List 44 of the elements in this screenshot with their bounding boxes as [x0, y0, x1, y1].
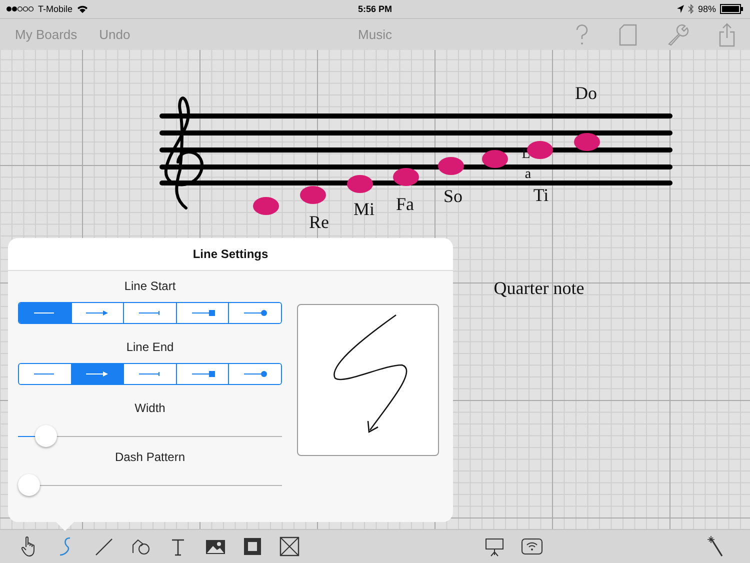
note-head	[299, 185, 327, 205]
line-cap-option[interactable]	[228, 364, 281, 384]
section-label: Line End	[126, 340, 174, 354]
board-title: Music	[358, 27, 392, 42]
note-head	[437, 156, 465, 176]
note-label: Re	[309, 213, 329, 232]
slider-thumb[interactable]	[34, 425, 57, 447]
signal-icon	[6, 6, 34, 12]
line-square-icon	[190, 370, 216, 378]
note-label: Mi	[354, 200, 374, 218]
note-head	[346, 174, 374, 194]
carrier-name: T-Mobile	[38, 4, 73, 14]
section-label: Width	[134, 401, 166, 415]
line-arrow-icon	[84, 309, 110, 317]
location-icon	[676, 5, 684, 13]
line-circle-icon	[242, 370, 268, 378]
note-head	[252, 196, 280, 216]
note-label: So	[444, 187, 462, 206]
line-arrow-icon	[84, 370, 110, 378]
line-circle-icon	[242, 309, 268, 317]
note-label: Fa	[396, 195, 414, 214]
popover-title: Line Settings	[192, 247, 268, 261]
section-label: Dash Pattern	[114, 450, 186, 464]
text-label: Quarter note	[494, 279, 584, 298]
clock-time: 5:56 PM	[358, 4, 392, 14]
battery-percent: 98%	[698, 4, 716, 14]
line-cap-option[interactable]	[228, 303, 281, 323]
note-label: Do	[575, 84, 597, 102]
crossed-box-icon[interactable]	[278, 535, 301, 558]
bluetooth-icon	[688, 4, 694, 14]
line-square-icon	[190, 309, 216, 317]
note-head	[573, 132, 601, 152]
nav-button[interactable]: Undo	[92, 27, 138, 42]
note-head	[481, 149, 509, 169]
note-label: a	[524, 168, 532, 182]
wifi-icon	[76, 5, 88, 13]
note-label: Ti	[533, 186, 549, 204]
frame-icon[interactable]	[241, 535, 264, 558]
nav-button[interactable]: My Boards	[8, 27, 84, 42]
section-label: Line Start	[124, 279, 176, 293]
line-cap-option[interactable]	[70, 364, 124, 384]
battery-icon	[720, 4, 744, 14]
slider-thumb[interactable]	[18, 474, 40, 496]
note-head	[392, 167, 420, 187]
